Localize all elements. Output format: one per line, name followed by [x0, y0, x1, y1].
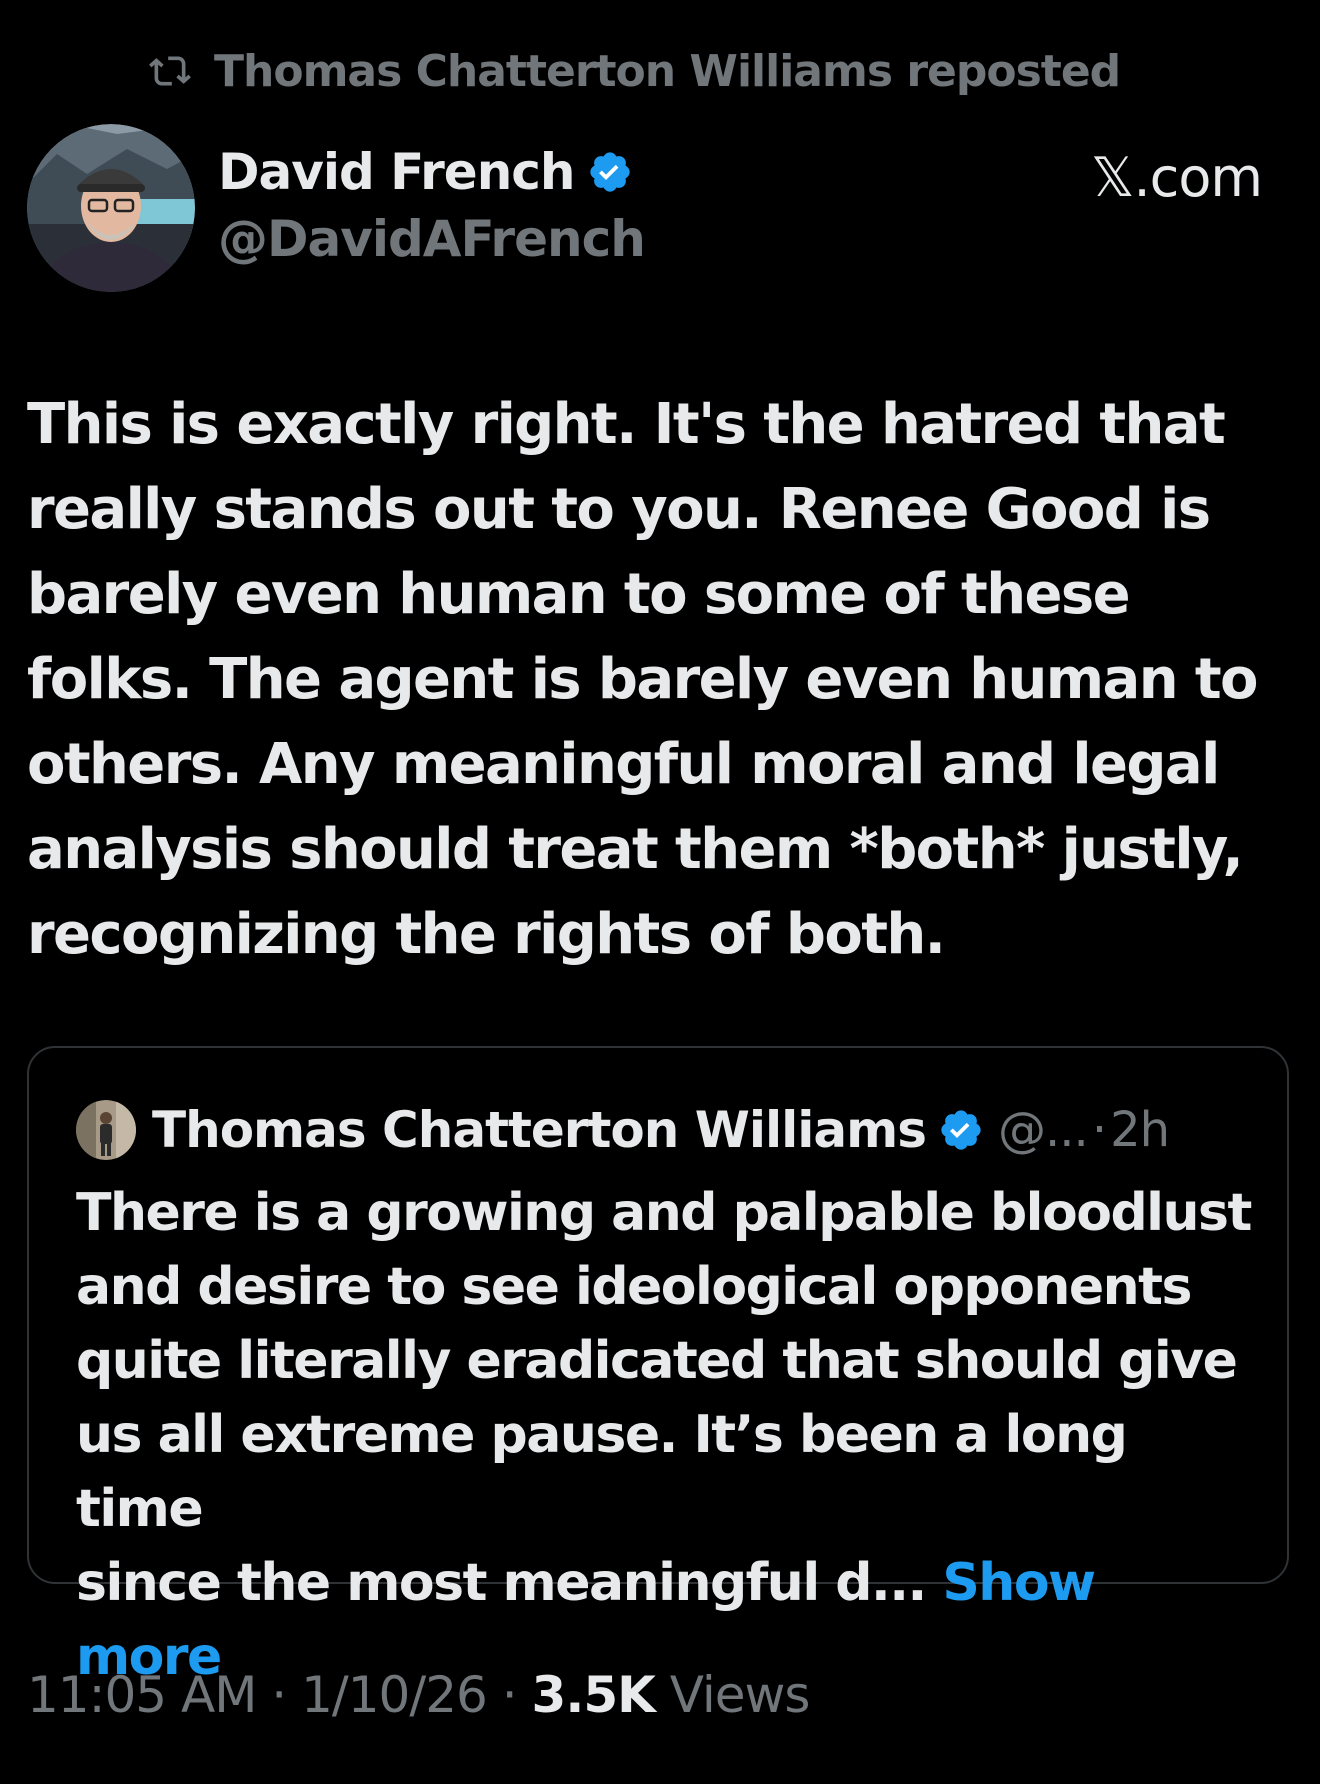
post-time[interactable]: 11:05 AM	[27, 1666, 257, 1724]
meta-separator: ·	[271, 1666, 287, 1724]
site-label: 𝕏.com	[1090, 146, 1263, 209]
post-line: folks. The agent is barely even human to	[27, 647, 1259, 712]
repost-text: Thomas Chatterton Williams reposted	[214, 45, 1121, 97]
post-date[interactable]: 1/10/26	[301, 1666, 488, 1724]
quoted-line: since the most meaningful d...	[76, 1553, 927, 1613]
quoted-post-text: There is a growing and palpable bloodlus…	[76, 1176, 1256, 1694]
author-handle[interactable]: @DavidAFrench	[218, 210, 646, 268]
avatar-image	[27, 124, 195, 292]
quoted-post-header: Thomas Chatterton Williams @... · 2h	[76, 1098, 1170, 1162]
quoted-line: us all extreme pause. It’s been a long t…	[76, 1405, 1128, 1539]
quoted-author-avatar[interactable]	[76, 1100, 136, 1160]
post-line: This is exactly right. It's the hatred t…	[27, 392, 1226, 457]
quoted-line: There is a growing and palpable bloodlus…	[76, 1183, 1252, 1243]
post-line: barely even human to some of these	[27, 562, 1131, 627]
quoted-author-name[interactable]: Thomas Chatterton Williams	[152, 1101, 927, 1159]
views-label: Views	[669, 1666, 811, 1724]
author-name-text: David French	[218, 143, 576, 201]
verified-badge-icon	[941, 1110, 981, 1150]
verified-badge-icon	[589, 152, 630, 192]
quoted-post-card[interactable]: Thomas Chatterton Williams @... · 2h The…	[27, 1046, 1289, 1687]
post-line: others. Any meaningful moral and legal	[27, 732, 1220, 797]
repost-indicator[interactable]: Thomas Chatterton Williams reposted	[148, 40, 1121, 102]
author-name[interactable]: David French	[218, 140, 633, 204]
post-line: recognizing the rights of both.	[27, 902, 946, 967]
meta-separator: ·	[501, 1666, 518, 1724]
repost-icon	[149, 56, 191, 86]
quoted-line: and desire to see ideological opponents	[76, 1257, 1192, 1317]
post-metadata: 11:05 AM · 1/10/26 · 3.5K Views	[27, 1666, 811, 1724]
quoted-line: quite literally eradicated that should g…	[76, 1331, 1238, 1391]
quoted-author-handle[interactable]: @...	[998, 1102, 1089, 1158]
views-count: 3.5K	[531, 1666, 656, 1724]
meta-separator: ·	[1091, 1102, 1107, 1158]
post-line: really stands out to you. Renee Good is	[27, 477, 1211, 542]
quoted-avatar-image	[76, 1100, 136, 1160]
post-line: analysis should treat them *both* justly…	[27, 817, 1244, 882]
author-avatar[interactable]	[27, 124, 195, 292]
quoted-post-time[interactable]: 2h	[1110, 1102, 1170, 1158]
post-text: This is exactly right. It's the hatred t…	[27, 382, 1287, 977]
